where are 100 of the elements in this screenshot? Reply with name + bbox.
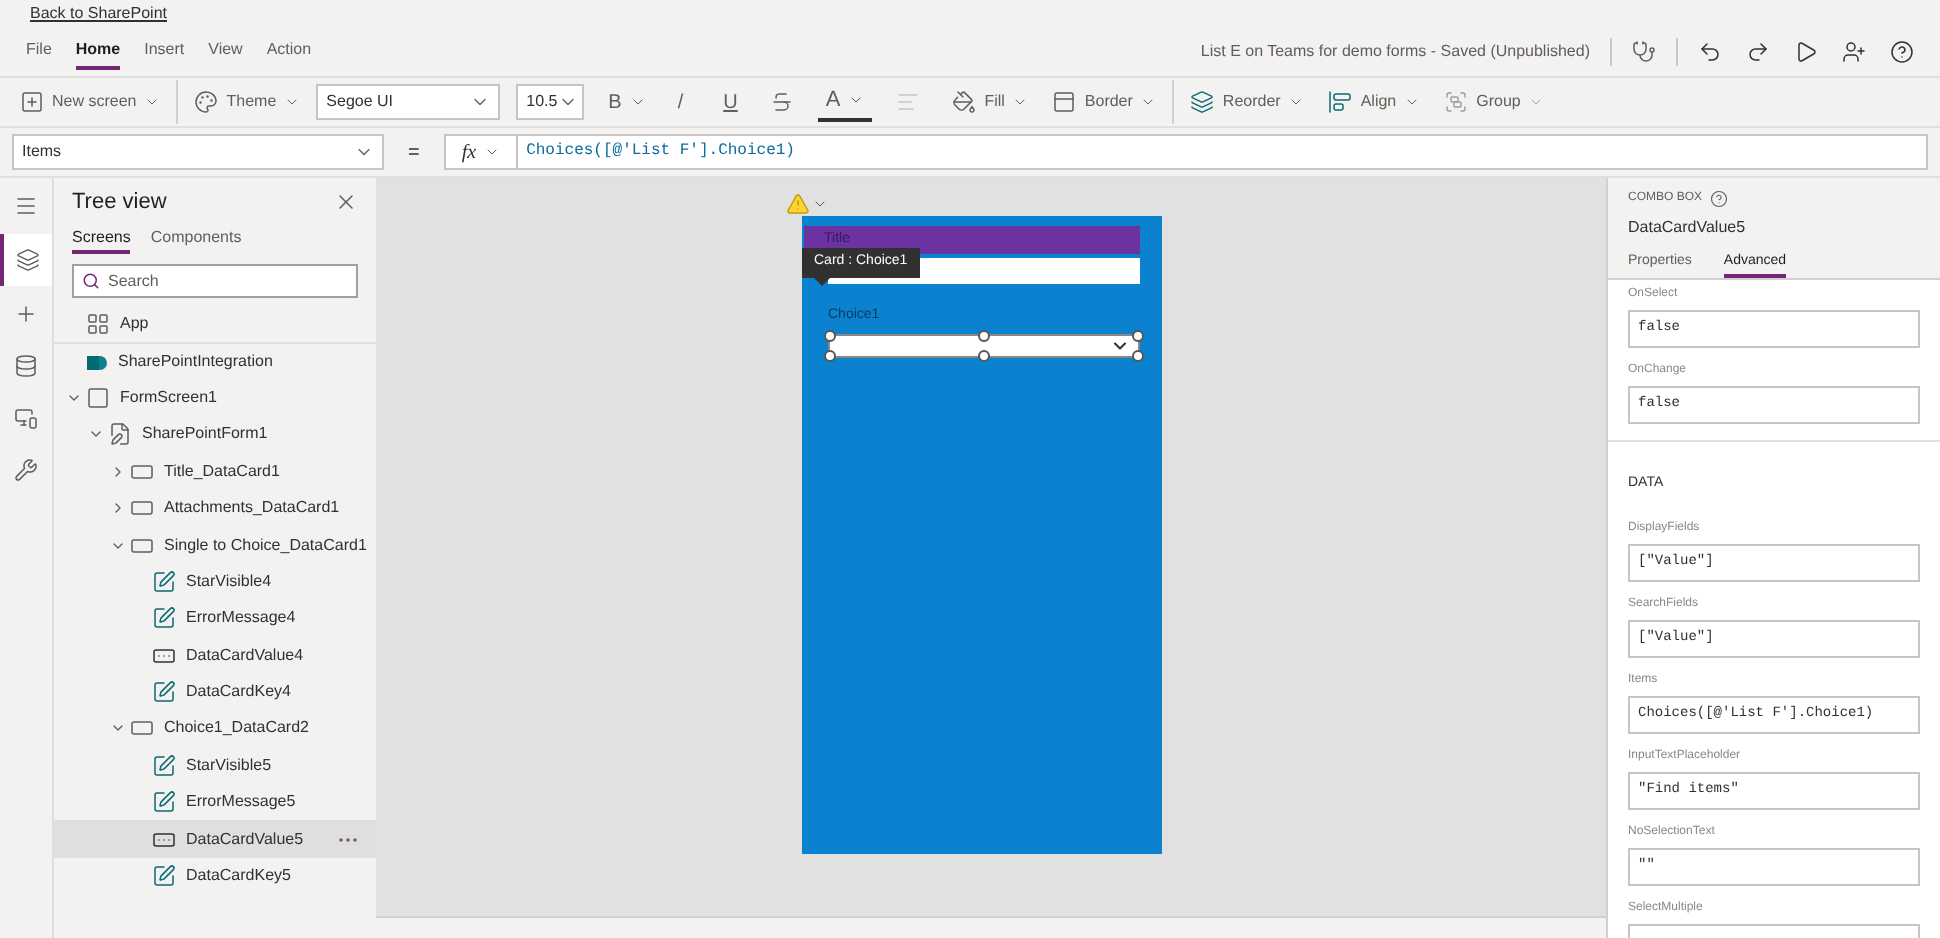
stethoscope-icon[interactable]	[1632, 40, 1656, 64]
tree-item[interactable]: DataCardKey5	[54, 857, 376, 895]
tree-view-tab[interactable]	[0, 234, 52, 286]
tree-item[interactable]: DataCardValue5	[54, 820, 376, 858]
caret-icon	[144, 94, 161, 110]
layers-icon	[16, 248, 40, 272]
play-icon[interactable]	[1794, 40, 1818, 64]
property-dropdown[interactable]: Items	[12, 134, 384, 170]
new-screen-button[interactable]: New screen	[12, 82, 169, 122]
menu-tab[interactable]: Insert	[144, 34, 185, 70]
tree-item[interactable]: Attachments_DataCard1	[54, 489, 376, 527]
caret-icon	[1012, 94, 1029, 110]
align-icon	[1328, 90, 1353, 114]
tree-item[interactable]: ErrorMessage5	[54, 784, 376, 821]
fill-button[interactable]: Fill	[944, 82, 1037, 122]
help-icon[interactable]	[1890, 40, 1914, 64]
tree-item[interactable]: SharePointForm1	[54, 416, 376, 454]
search-placeholder: Search	[108, 269, 159, 293]
tree-item[interactable]: Choice1_DataCard2	[54, 710, 376, 748]
tree-item[interactable]: Title_DataCard1	[54, 453, 376, 490]
media-icon[interactable]	[14, 406, 38, 430]
menu-icon[interactable]	[14, 194, 38, 218]
caret-icon	[1528, 94, 1545, 110]
tree-item[interactable]: DataCardKey4	[54, 673, 376, 711]
help-icon[interactable]	[1710, 190, 1729, 208]
paint-bucket-icon	[952, 90, 977, 114]
tree-item[interactable]: SharePointIntegration	[54, 342, 376, 380]
panel-title: Tree view	[72, 187, 167, 218]
tree-tab[interactable]: Screens	[72, 226, 131, 254]
group-icon	[1444, 90, 1469, 114]
bold-button[interactable]: B	[600, 82, 654, 122]
edit-icon	[152, 790, 176, 815]
caret-icon	[484, 144, 501, 160]
search-field[interactable]: Search	[72, 264, 358, 298]
menu-tab[interactable]: Home	[75, 34, 121, 70]
tree-item[interactable]: ErrorMessage4	[54, 600, 376, 638]
italic-button[interactable]: /	[669, 82, 692, 122]
caret-icon	[1404, 94, 1421, 110]
tree-item[interactable]: DataCardValue4	[54, 637, 376, 674]
theme-icon	[194, 90, 219, 114]
formula-text[interactable]: Choices([@'List F'].Choice1)	[526, 140, 795, 164]
redo-icon[interactable]	[1746, 40, 1770, 64]
screen-icon	[86, 385, 110, 410]
caret-icon	[848, 92, 865, 108]
undo-icon[interactable]	[1698, 40, 1722, 64]
insert-icon[interactable]	[14, 302, 38, 326]
combo-box-icon	[152, 827, 176, 852]
tree-tab[interactable]: Components	[150, 226, 242, 254]
new-screen-icon	[20, 90, 44, 114]
caret-icon	[812, 196, 828, 212]
caret-icon	[1288, 94, 1305, 110]
reorder-button[interactable]: Reorder	[1182, 82, 1313, 122]
menu-tab[interactable]: Action	[266, 34, 312, 70]
tree-item[interactable]: StarVisible5	[54, 747, 376, 785]
menu-tab[interactable]: View	[208, 34, 243, 70]
border-button[interactable]: Border	[1044, 82, 1165, 122]
tree-item[interactable]: App	[54, 306, 376, 343]
app-title: List E on Teams for demo forms - Saved (Unpublished)	[1200, 40, 1590, 64]
card-icon	[130, 716, 154, 741]
caret-icon	[284, 94, 301, 110]
card-icon	[130, 533, 154, 558]
control-name: DataCardValue5	[1628, 216, 1748, 240]
share-icon[interactable]	[1842, 40, 1866, 64]
menu-tab[interactable]: File	[26, 34, 52, 70]
edit-icon	[152, 753, 176, 778]
font-dropdown[interactable]: Segoe UI	[316, 84, 501, 120]
edit-icon	[152, 680, 176, 705]
tree-item[interactable]: FormScreen1	[54, 379, 376, 417]
caret-icon	[1140, 94, 1157, 110]
fx-button[interactable]: fx	[445, 136, 519, 168]
align-text-icon	[896, 90, 921, 114]
search-icon	[82, 272, 100, 290]
font-color-button[interactable]: A	[817, 82, 873, 122]
equals-sign: =	[406, 139, 422, 167]
theme-button[interactable]: Theme	[186, 82, 309, 122]
close-icon[interactable]	[334, 190, 358, 214]
sharepoint-icon	[86, 351, 108, 374]
tools-icon[interactable]	[14, 458, 38, 482]
card-icon	[130, 459, 154, 484]
strikethrough-icon	[769, 90, 794, 114]
app-icon	[86, 312, 110, 337]
database-icon[interactable]	[14, 354, 38, 378]
combo-box[interactable]	[828, 333, 1140, 357]
underline-button[interactable]: U	[715, 82, 746, 122]
back-link[interactable]: Back to SharePoint	[30, 2, 167, 26]
edit-icon	[152, 864, 176, 889]
edit-icon	[152, 569, 176, 594]
border-icon	[1052, 90, 1077, 114]
chevron-icon[interactable]	[110, 500, 126, 517]
card-icon	[130, 496, 154, 521]
combo-box-icon	[152, 643, 176, 668]
tree-item[interactable]: Single to Choice_DataCard1	[54, 526, 376, 564]
chevron-icon[interactable]	[110, 463, 126, 480]
align-button[interactable]: Align	[1320, 82, 1429, 122]
edit-icon	[152, 606, 176, 631]
tree-item[interactable]: StarVisible4	[54, 563, 376, 601]
caret-icon	[629, 94, 646, 110]
form-icon	[108, 422, 132, 447]
layers-icon	[1190, 90, 1215, 114]
font-size-dropdown[interactable]: 10.5	[516, 84, 585, 120]
